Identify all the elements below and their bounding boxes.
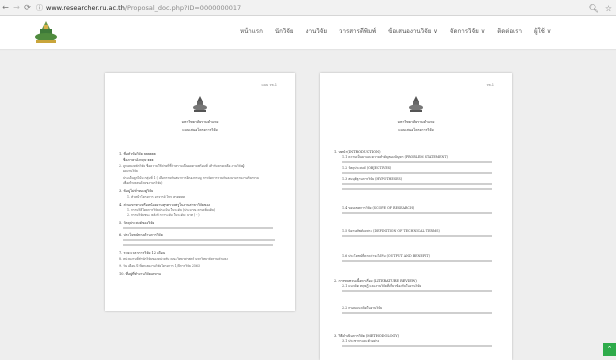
address-bar[interactable]: ⓘ www.researcher.ru.ac.th/Proposal_doc.p… — [36, 2, 241, 13]
doc-item: 9. วัน เดือน ปี ที่ยกเลยงานวิจัยโครงการ … — [119, 264, 200, 268]
doc-item: ผลงานวิจัย — [123, 169, 138, 173]
doc-item: 8. หน่วยงานที่สำนักวิจัยของหน่วยรับ คณะว… — [119, 257, 228, 261]
main-menu: หน้าแรก นักวิจัย งานวิจัย วารสารตีพิมพ์ … — [234, 27, 557, 37]
menu-contact[interactable]: ติดต่อเรา — [491, 27, 528, 37]
chevron-up-icon: ⌃ — [606, 345, 613, 353]
doc-item: ชื่อภาษาอังกฤษ xxx — [123, 158, 154, 162]
doc-item: 2. กรรมวิจัยชนะ หลังกั กวาระดับ ในระดับ:… — [127, 213, 200, 217]
doc-subsection: 1.2 วัตถุประสงค์ (OBJECTIVES) — [342, 166, 392, 170]
bookmark-star-icon[interactable]: ☆ — [605, 4, 612, 13]
menu-researchers[interactable]: นักวิจัย — [269, 27, 300, 37]
doc-subsection: 2.2 กรอบแนวคิดในงานวิจัย — [342, 306, 383, 310]
doc-item: 3. ข้อมู่ไม่ท่ำทองคู่วิจัย — [119, 189, 154, 193]
proposal-page-2: วช.1 มหาวิทยาลัยรามคำแหง แบบเสนอโครงการว… — [320, 73, 512, 360]
info-icon[interactable]: ⓘ — [36, 3, 43, 13]
menu-journals[interactable]: วารสารตีพิมพ์ — [333, 27, 382, 37]
doc-subsection: 1.3 สมมุติฐานการวิจัย (HYPOTHESES) — [342, 177, 403, 181]
zoom-icon[interactable]: 🔍︎ — [589, 4, 599, 13]
doc-item: 1. หัวหน้าโครงการ อาจารย์ โทร ตรตตตต — [127, 195, 186, 199]
forward-icon[interactable]: → — [11, 0, 22, 16]
proposal-page-1: แบบ วช.1 มหาวิทยาลัยรามคำแหง แบบเสนอโครง… — [105, 73, 295, 311]
doc-subsection: 2.1 แนวคิด ทฤษฎี และงานวิจัยที่เกี่ยวข้อ… — [342, 284, 422, 288]
browser-toolbar: ← → ⟳ ⓘ www.researcher.ru.ac.th/Proposal… — [0, 0, 616, 16]
menu-user[interactable]: ผู้ใช้ ∨ — [528, 27, 557, 37]
doc-item: 7. ระยะเวลาการวิจัย 12 เดือน — [119, 251, 166, 255]
page-label: วช.1 — [486, 83, 494, 87]
doc-item: 6. ประโยชน์ทางด้านการวิจัย — [119, 233, 163, 237]
doc-item: เพื่อเท้าเหลนด้วยขงานรวิจัย) — [123, 181, 163, 185]
url-path: /Proposal_doc.php?ID=0000000017 — [124, 3, 242, 12]
document-viewer: แบบ วช.1 มหาวิทยาลัยรามคำแหง แบบเสนอโครง… — [0, 51, 616, 360]
menu-research[interactable]: งานวิจัย — [300, 27, 333, 37]
doc-subsection: 1.4 ขอบเขตการวิจัย (SCOPE OF RESEARCH) — [342, 206, 415, 210]
doc-item: 10. ที่อยู่ที่ทำงานวิจัยเลขาน — [119, 272, 161, 276]
site-header: หน้าแรก นักวิจัย งานวิจัย วารสารตีพิมพ์ … — [0, 16, 616, 50]
doc-title-university: มหาวิทยาลัยรามคำแหง — [181, 120, 219, 124]
page-label: แบบ วช.1 — [261, 83, 278, 87]
doc-title-university: มหาวิทยาลัยรามคำแหง — [397, 120, 435, 124]
doc-title-form: แบบเสนอโครงการวิจัย — [182, 128, 218, 132]
university-seal-icon — [409, 96, 423, 112]
menu-home[interactable]: หน้าแรก — [234, 27, 269, 37]
university-logo[interactable] — [31, 19, 61, 47]
doc-title-form: แบบเสนอโครงการวิจัย — [398, 128, 434, 132]
doc-subsection: 1.1 ความเป็นมาและความสำคัญของปัญหา (PROB… — [342, 155, 448, 159]
reload-icon[interactable]: ⟳ — [22, 0, 33, 16]
menu-manage-research[interactable]: จัดการวิจัย ∨ — [444, 27, 491, 37]
url-host: www.researcher.ru.ac.th — [46, 3, 125, 12]
menu-proposals[interactable]: ข้อเสนองานวิจัย ∨ — [382, 27, 444, 37]
doc-subsection: 3.1 ประชากรและตัวอย่าง — [342, 339, 380, 343]
doc-subsection: 1.5 นิยามศัพท์เฉพาะ (DEFINITION OF TECHN… — [342, 229, 440, 233]
back-icon[interactable]: ← — [0, 0, 11, 16]
doc-item: 5. วัตถุประสงค์ของวิจัย — [119, 221, 155, 225]
university-seal-icon — [193, 96, 207, 112]
scroll-to-top-button[interactable]: ⌃ — [603, 343, 616, 356]
doc-subsection: 1.6 ประโยชน์ที่คาดว่าจะได้รับ (OUTPUT AN… — [342, 254, 430, 258]
